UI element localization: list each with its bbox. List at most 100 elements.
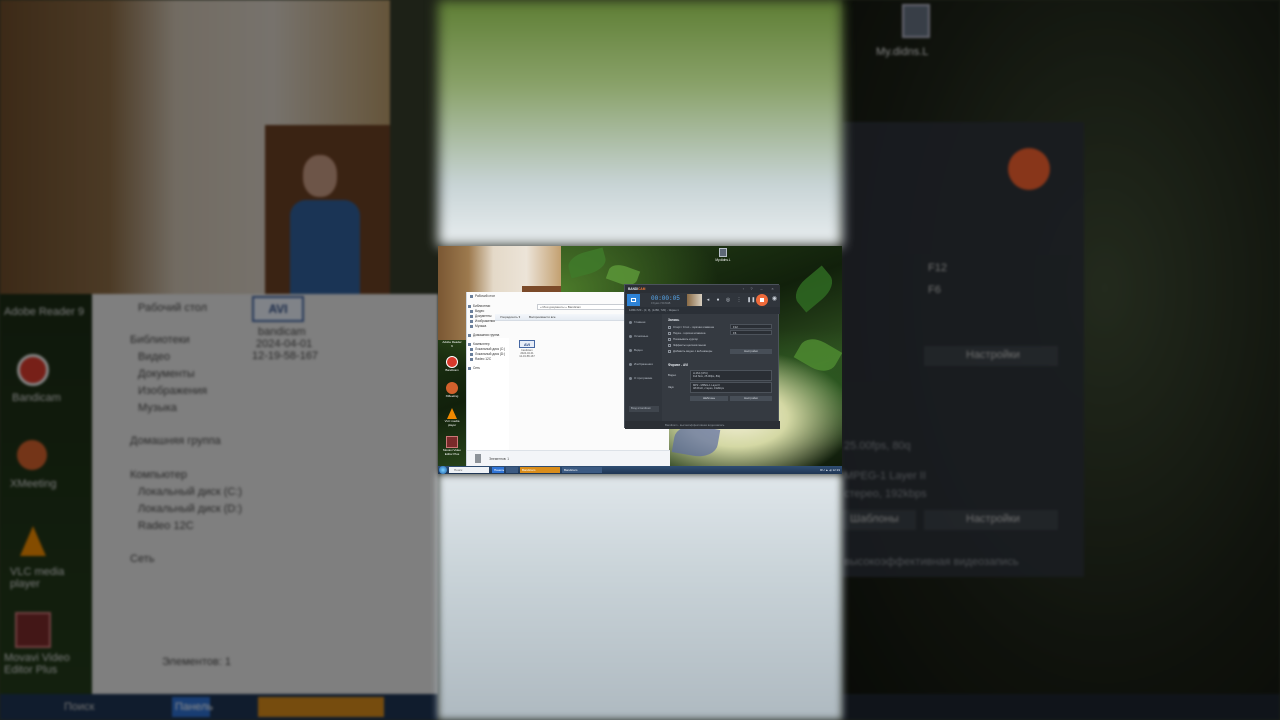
checkbox-icon: [668, 337, 671, 341]
format-heading: Формат - AVI: [668, 363, 689, 367]
sidebar-item-about[interactable]: О программе: [629, 376, 652, 380]
format-settings-button[interactable]: Настройки: [730, 396, 772, 401]
desktop-icon-bandicam[interactable]: Bandicam: [442, 356, 462, 373]
nav-item-network[interactable]: Сеть: [468, 366, 480, 370]
blurred-backdrop-bottom: [438, 474, 842, 720]
nav-item-libraries[interactable]: Библиотеки: [468, 304, 490, 308]
desktop-icon-my-capture[interactable]: My.didns.L: [712, 248, 734, 262]
bandicam-icon: [17, 354, 49, 386]
navigation-pane: Рабочий стол Библиотеки Видео Документы …: [467, 294, 509, 466]
movavi-icon: [15, 612, 51, 648]
audio-params: 48.0KHz, стерео, 192kbps: [693, 387, 724, 391]
webcam-icon[interactable]: ◎: [725, 297, 731, 303]
backdrop-templates-label: Шаблоны: [850, 513, 899, 525]
taskbar-search[interactable]: Поиск: [449, 467, 489, 473]
speaker-icon[interactable]: ◂: [705, 297, 711, 303]
checkbox-label: Показывать курсор: [673, 337, 698, 341]
nav-item-images[interactable]: Изображения: [470, 319, 495, 323]
settings-button[interactable]: Настройки: [730, 349, 772, 354]
screen-mode-button[interactable]: [627, 294, 640, 306]
start-button[interactable]: [439, 466, 447, 474]
microphone-icon[interactable]: ●: [715, 297, 721, 303]
audio-label: Звук: [668, 385, 674, 389]
desktop-icon-movavi[interactable]: Movavi Video Editor Plus: [442, 436, 462, 456]
taskbar-item-app[interactable]: [506, 467, 518, 473]
wallpaper-leaf: [789, 265, 839, 313]
backdrop-hotkey-1: F12: [928, 262, 947, 274]
taskbar-item-bandicam-2[interactable]: Bandicam: [562, 467, 602, 473]
nav-item-documents[interactable]: Документы: [470, 314, 491, 318]
sidebar-label: Основные: [634, 334, 649, 338]
desktop-icon-adobe[interactable]: Adobe Reader 9: [442, 340, 462, 348]
play-all-button[interactable]: Воспроизвести все: [527, 315, 558, 320]
checkbox-show-cursor[interactable]: Показывать курсор: [668, 337, 698, 341]
stop-record-button[interactable]: [756, 294, 768, 306]
nav-item-desktop[interactable]: Рабочий стол: [470, 294, 495, 298]
disk-icon: [470, 347, 473, 351]
checkbox-hotkey-pause[interactable]: Пауза - горячая клавиша: [668, 331, 705, 335]
nav-label: Изображения: [475, 319, 496, 323]
status-text: Элементов: 1: [489, 457, 509, 461]
backdrop-nav-item: Документы: [138, 368, 195, 380]
backdrop-taskbar-item-label: Панель: [175, 701, 214, 713]
bandicam-titlebar: BANDICAM ▫ ? – ×: [625, 285, 780, 293]
help-icon[interactable]: ?: [749, 286, 754, 291]
backdrop-settings-label: Настройки: [966, 349, 1020, 361]
backdrop-nav-item: Сеть: [130, 553, 155, 565]
checkbox-webcam-overlay[interactable]: Добавить видео с веб-камеры: [668, 349, 712, 353]
checkbox-hotkey-start[interactable]: Старт / Стоп - горячая клавиша: [668, 325, 714, 329]
file-item[interactable]: AVI bandicam 2024-04-01 12-19-58-167: [517, 340, 537, 358]
nav-item-computer[interactable]: Компьютер: [468, 342, 490, 346]
backdrop-taskbar-bandicam: [258, 697, 384, 717]
cursor-icon[interactable]: ⋮: [736, 297, 742, 303]
minimize-icon[interactable]: –: [759, 286, 764, 291]
pause-icon[interactable]: ❚❚: [747, 297, 755, 303]
sidebar-item-home[interactable]: Главная: [629, 320, 645, 324]
stop-icon: [760, 298, 764, 302]
nav-item-video[interactable]: Видео: [470, 309, 484, 313]
backdrop-taskbar-item: Панель: [172, 697, 214, 717]
video-label: Видео: [668, 373, 677, 377]
sidebar-item-images[interactable]: Изображения: [629, 362, 653, 366]
checkbox-click-effects[interactable]: Эффекты щелчков мыши: [668, 343, 706, 347]
templates-button[interactable]: Шаблоны: [690, 396, 728, 401]
desktop-icon-vlc[interactable]: VLC media player: [442, 408, 462, 427]
desktop-icon: [470, 294, 473, 298]
backdrop-file-time: 12-19-58-167: [252, 350, 319, 362]
nav-item-radeo[interactable]: Radeo 12C: [470, 357, 491, 361]
folder-icon[interactable]: ▫: [741, 286, 746, 291]
organize-button[interactable]: Упорядочить ▾: [498, 315, 522, 320]
backdrop-nav-item: Radeo 12C: [138, 520, 194, 532]
webcam-thumbnail: [687, 294, 702, 306]
system-tray[interactable]: RU ▲ ◂) 12:19: [820, 467, 840, 473]
screenshot-icon[interactable]: ◉: [771, 296, 778, 303]
blurred-backdrop-top: [438, 0, 842, 246]
backdrop-person: [290, 200, 360, 294]
file-time: 12-19-58-167: [519, 355, 535, 359]
sidebar-item-video[interactable]: Видео: [629, 348, 643, 352]
sidebar-item-general[interactable]: Основные: [629, 334, 648, 338]
login-button[interactable]: Вход в bandicam: [629, 406, 659, 412]
taskbar-item-panel[interactable]: Панель: [492, 467, 504, 473]
hotkey-pause-field[interactable]: F6: [730, 330, 772, 335]
nav-item-homegroup[interactable]: Домашняя группа: [468, 333, 499, 337]
backdrop-taskbar: [842, 694, 1280, 720]
nav-item-music[interactable]: Музыка: [470, 324, 486, 328]
nav-item-disk-c[interactable]: Локальный диск (C:): [470, 347, 505, 351]
hotkey-start-field[interactable]: F12: [730, 324, 772, 329]
desktop-icon-label: Adobe Reader 9: [442, 340, 462, 348]
bandicam-logo: BANDICAM: [628, 287, 645, 291]
xmeeting-icon: [446, 382, 458, 394]
checkbox-icon: [668, 331, 671, 335]
backdrop-icon-label: VLC media player: [10, 566, 65, 590]
checkbox-icon: [668, 349, 671, 353]
disk-icon: [470, 352, 473, 356]
nav-item-disk-d[interactable]: Локальный диск (D:): [470, 352, 505, 356]
desktop-icon-xmeeting[interactable]: XMeeting: [442, 382, 462, 399]
desktop-icon-label: VLC media player: [444, 419, 460, 427]
backdrop-nav-item: Видео: [138, 351, 171, 363]
taskbar-item-bandicam[interactable]: Bandicam: [520, 467, 560, 473]
close-icon[interactable]: ×: [770, 286, 775, 291]
backdrop-icon-label: Movavi Video Editor Plus: [4, 652, 70, 676]
wallpaper-leaf: [565, 247, 609, 279]
